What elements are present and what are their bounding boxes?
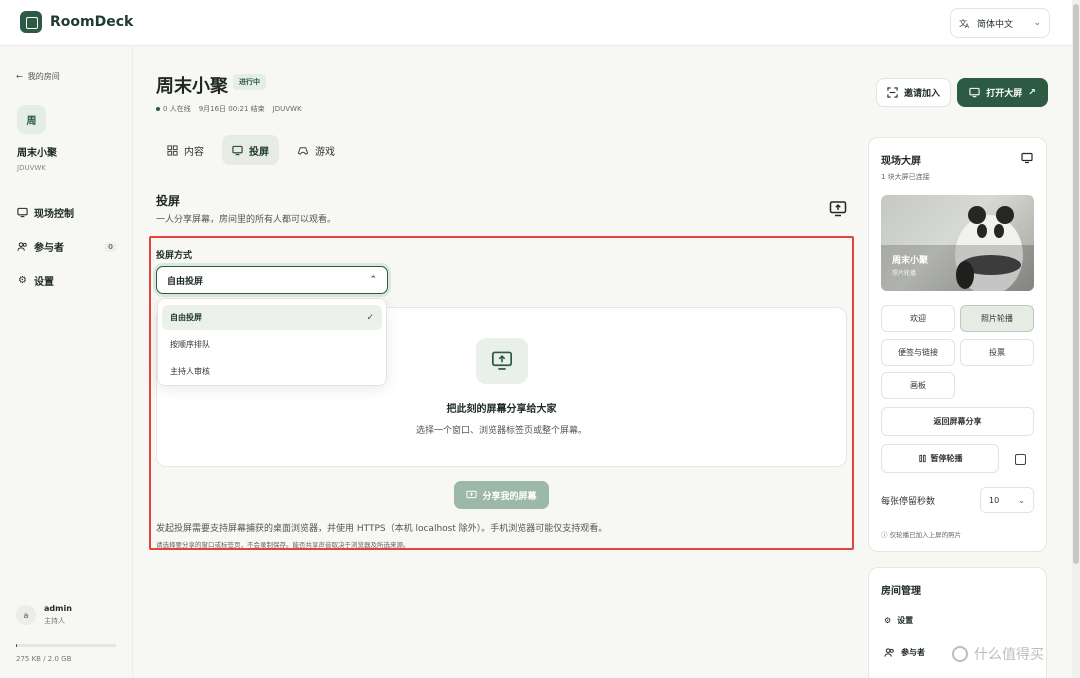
storage-bar [16,644,116,647]
top-bar: RoomDeck 文A 简体中文 ⌄ [0,0,1072,46]
end-time: 9月16日 00:21 结束 [198,105,265,113]
avatar: a [16,605,36,625]
translate-icon: 文A [959,18,970,29]
dropdown-option-queue[interactable]: 按顺序排队 [162,332,382,357]
scan-icon [887,87,898,98]
section-title: 投屏 [156,194,181,208]
language-label: 简体中文 [977,19,1014,30]
gear-icon: ⚙ [18,275,27,286]
screen-mode-whiteboard-button[interactable]: 画板 [881,372,955,399]
arrow-left-icon: ← [16,72,23,81]
sidebar-item-live-control[interactable]: 现场控制 [17,205,117,220]
return-screen-share-button[interactable]: 返回屏幕分享 [881,407,1034,436]
monitor-icon [1021,152,1033,164]
watermark: 什么值得买 [952,644,1044,664]
screen-mode-notes-links-button[interactable]: 便签与链接 [881,339,955,366]
gear-icon: ⚙ [884,616,892,625]
invite-button[interactable]: 邀请加入 [876,78,951,107]
screen-connected-count: 1 块大屏已连接 [881,173,930,181]
room-settings-item[interactable]: ⚙ 设置 [884,615,913,626]
room-management-title: 房间管理 [881,586,921,597]
room-meta: 0 人在线 9月16日 00:21 结束 JDUVWK [156,104,302,114]
chevron-up-icon: ⌃ [369,275,377,285]
logo-icon [20,11,42,33]
scrollbar-thumb[interactable] [1073,4,1079,564]
dropdown-option-free[interactable]: 自由投屏 ✓ [162,305,382,330]
users-icon [884,648,894,657]
storage-fill [16,644,17,647]
monitor-icon [969,87,980,98]
grid-icon [167,144,178,156]
status-badge: 进行中 [233,74,266,90]
pause-icon [918,454,926,463]
screen-share-icon [466,490,478,498]
cast-mode-value: 自由投屏 [167,276,204,287]
external-arrow-icon: ↗ [1028,87,1036,98]
slideshow-note: ⓘ 仅轮播已加入上屏的照片 [881,531,962,539]
sidebar-room-name: 周末小聚 [17,148,57,159]
monitor-icon [17,207,28,218]
language-select[interactable]: 文A 简体中文 ⌄ [950,8,1050,38]
sidebar-item-label: 参与者 [34,243,64,254]
dwell-seconds-label: 每张停留秒数 [881,497,936,507]
check-icon: ✓ [366,312,374,323]
screen-share-icon[interactable] [829,200,847,218]
sidebar-item-settings[interactable]: ⚙ 设置 [17,273,117,288]
cast-mode-label: 投屏方式 [156,251,193,261]
online-dot-icon [156,107,160,111]
share-screen-illustration [476,338,528,384]
preview-subtitle: 照片轮播 [892,270,917,277]
storage-text: 275 KB / 2.0 GB [16,655,72,663]
app-name: RoomDeck [50,14,134,30]
cast-mode-select[interactable]: 自由投屏 ⌃ [156,266,388,294]
back-link[interactable]: ← 我的房间 [16,71,60,82]
dwell-seconds-select[interactable]: 10 ⌄ [980,487,1034,513]
chevron-down-icon: ⌄ [1018,495,1025,505]
slideshow-checkbox[interactable] [1015,454,1026,465]
pause-slideshow-button[interactable]: 暂停轮播 [881,444,999,473]
users-icon [17,242,27,251]
screen-panel-title: 现场大屏 [881,156,921,167]
current-user[interactable]: a admin 主持人 [16,604,72,626]
preview-title: 周末小聚 [892,256,929,266]
monitor-icon [232,145,243,155]
room-code: JDUVWK [272,105,302,113]
browser-requirement-note: 发起投屏需要支持屏幕捕获的桌面浏览器，并使用 HTTPS（本机 localhos… [156,524,608,534]
user-name: admin [44,604,72,613]
share-heading: 把此刻的屏幕分享给大家 [446,404,557,415]
sidebar-item-label: 现场控制 [34,209,74,220]
sidebar-item-participants[interactable]: 参与者 0 [17,239,117,254]
audio-share-note: 请选择要分享的窗口或标签页，不会录制保存。能否共享声音取决于浏览器及所选来源。 [156,541,410,549]
cast-mode-dropdown: 自由投屏 ✓ 按顺序排队 主持人审核 [157,298,387,386]
back-label: 我的房间 [27,72,60,81]
chevron-down-icon: ⌄ [1033,18,1041,28]
info-icon: ⓘ [881,531,888,539]
sidebar: ← 我的房间 周 周末小聚 JDUVWK 现场控制 参与者 0 ⚙ 设置 a a… [0,46,133,678]
tab-cast[interactable]: 投屏 [222,135,279,165]
screen-mode-vote-button[interactable]: 投票 [960,339,1034,366]
user-role: 主持人 [44,617,65,625]
tab-bar: 内容 投屏 游戏 [157,135,345,165]
screen-mode-welcome-button[interactable]: 欢迎 [881,305,955,332]
watermark-logo-icon [952,646,968,662]
dropdown-option-host-review[interactable]: 主持人审核 [162,359,382,384]
share-my-screen-button[interactable]: 分享我的屏幕 [454,481,549,509]
screen-mode-photo-slideshow-button[interactable]: 照片轮播 [960,305,1034,332]
screen-share-icon [491,351,513,370]
app-logo[interactable]: RoomDeck [20,11,133,33]
svg-text:A: A [965,23,970,29]
online-count: 0 人在线 [156,104,191,114]
gamepad-icon [297,146,309,155]
sidebar-room-code: JDUVWK [17,164,46,172]
open-big-screen-button[interactable]: 打开大屏 ↗ [957,78,1048,107]
page-title: 周末小聚 [156,76,228,97]
sidebar-item-label: 设置 [34,277,54,288]
room-participants-item[interactable]: 参与者 [884,647,925,658]
participant-count-badge: 0 [104,241,117,252]
section-subtitle: 一人分享屏幕，房间里的所有人都可以观看。 [156,215,337,225]
share-description: 选择一个窗口、浏览器标签页或整个屏幕。 [415,426,587,436]
tab-games[interactable]: 游戏 [287,135,345,165]
room-avatar: 周 [17,105,46,134]
tab-content[interactable]: 内容 [157,135,214,165]
